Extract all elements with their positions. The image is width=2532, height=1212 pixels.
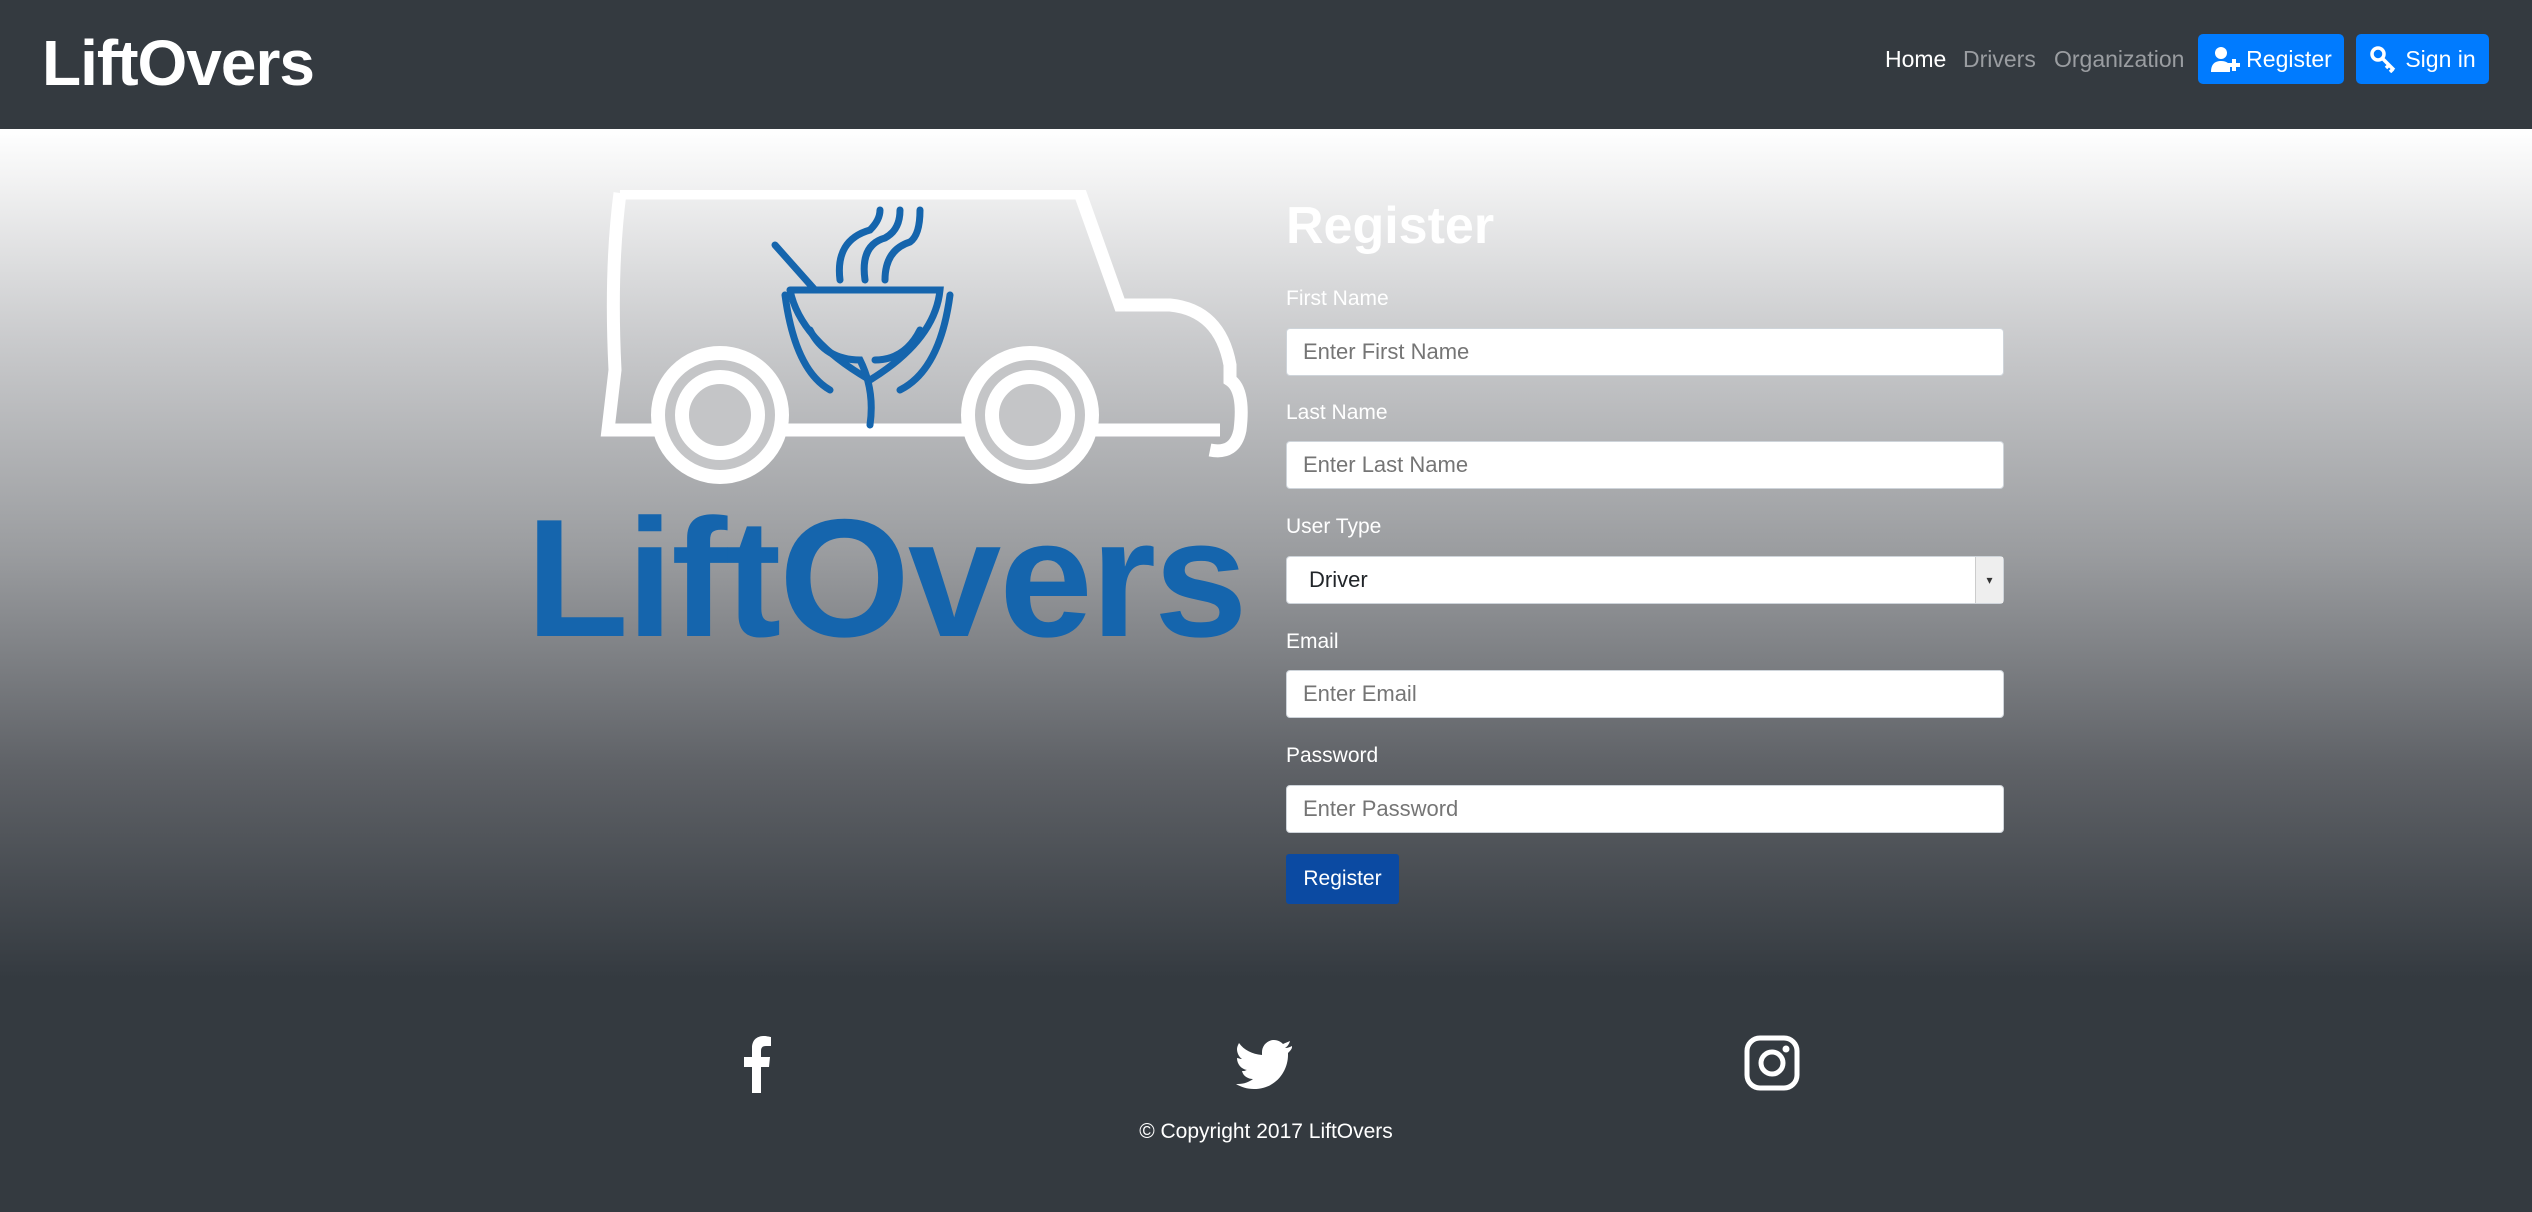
first-name-input[interactable] bbox=[1286, 328, 2004, 376]
navbar: LiftOvers Home Drivers Organization Regi… bbox=[0, 0, 2532, 129]
hero-section bbox=[0, 129, 2532, 979]
brand-logo[interactable]: LiftOvers bbox=[42, 26, 315, 100]
facebook-icon[interactable] bbox=[727, 1033, 787, 1093]
register-submit-button[interactable]: Register bbox=[1286, 854, 1399, 904]
copyright-text: © Copyright 2017 LiftOvers bbox=[1139, 1120, 1393, 1143]
nav-organization[interactable]: Organization bbox=[2054, 46, 2184, 73]
last-name-label: Last Name bbox=[1286, 401, 1388, 424]
form-title: Register bbox=[1286, 197, 1495, 255]
user-type-label: User Type bbox=[1286, 515, 1382, 538]
register-nav-label: Register bbox=[2246, 45, 2332, 72]
chevron-down-icon: ▾ bbox=[1975, 557, 2003, 603]
password-input[interactable] bbox=[1286, 785, 2004, 833]
key-icon bbox=[2370, 46, 2396, 73]
user-type-value: Driver bbox=[1309, 567, 1368, 592]
user-type-select[interactable]: Driver ▾ bbox=[1286, 556, 2004, 604]
signin-label: Sign in bbox=[2405, 45, 2476, 72]
first-name-label: First Name bbox=[1286, 287, 1389, 310]
email-input[interactable] bbox=[1286, 670, 2004, 718]
user-plus-icon bbox=[2211, 47, 2241, 72]
last-name-input[interactable] bbox=[1286, 441, 2004, 489]
twitter-icon[interactable] bbox=[1235, 1033, 1295, 1093]
register-nav-button[interactable]: Register bbox=[2198, 34, 2344, 84]
password-label: Password bbox=[1286, 744, 1379, 767]
email-label: Email bbox=[1286, 630, 1339, 653]
nav-home[interactable]: Home bbox=[1885, 46, 1946, 73]
instagram-icon[interactable] bbox=[1742, 1033, 1802, 1093]
logo-wordmark: LiftOvers bbox=[526, 484, 1248, 672]
nav-drivers[interactable]: Drivers bbox=[1963, 46, 2036, 73]
signin-button[interactable]: Sign in bbox=[2356, 34, 2489, 84]
